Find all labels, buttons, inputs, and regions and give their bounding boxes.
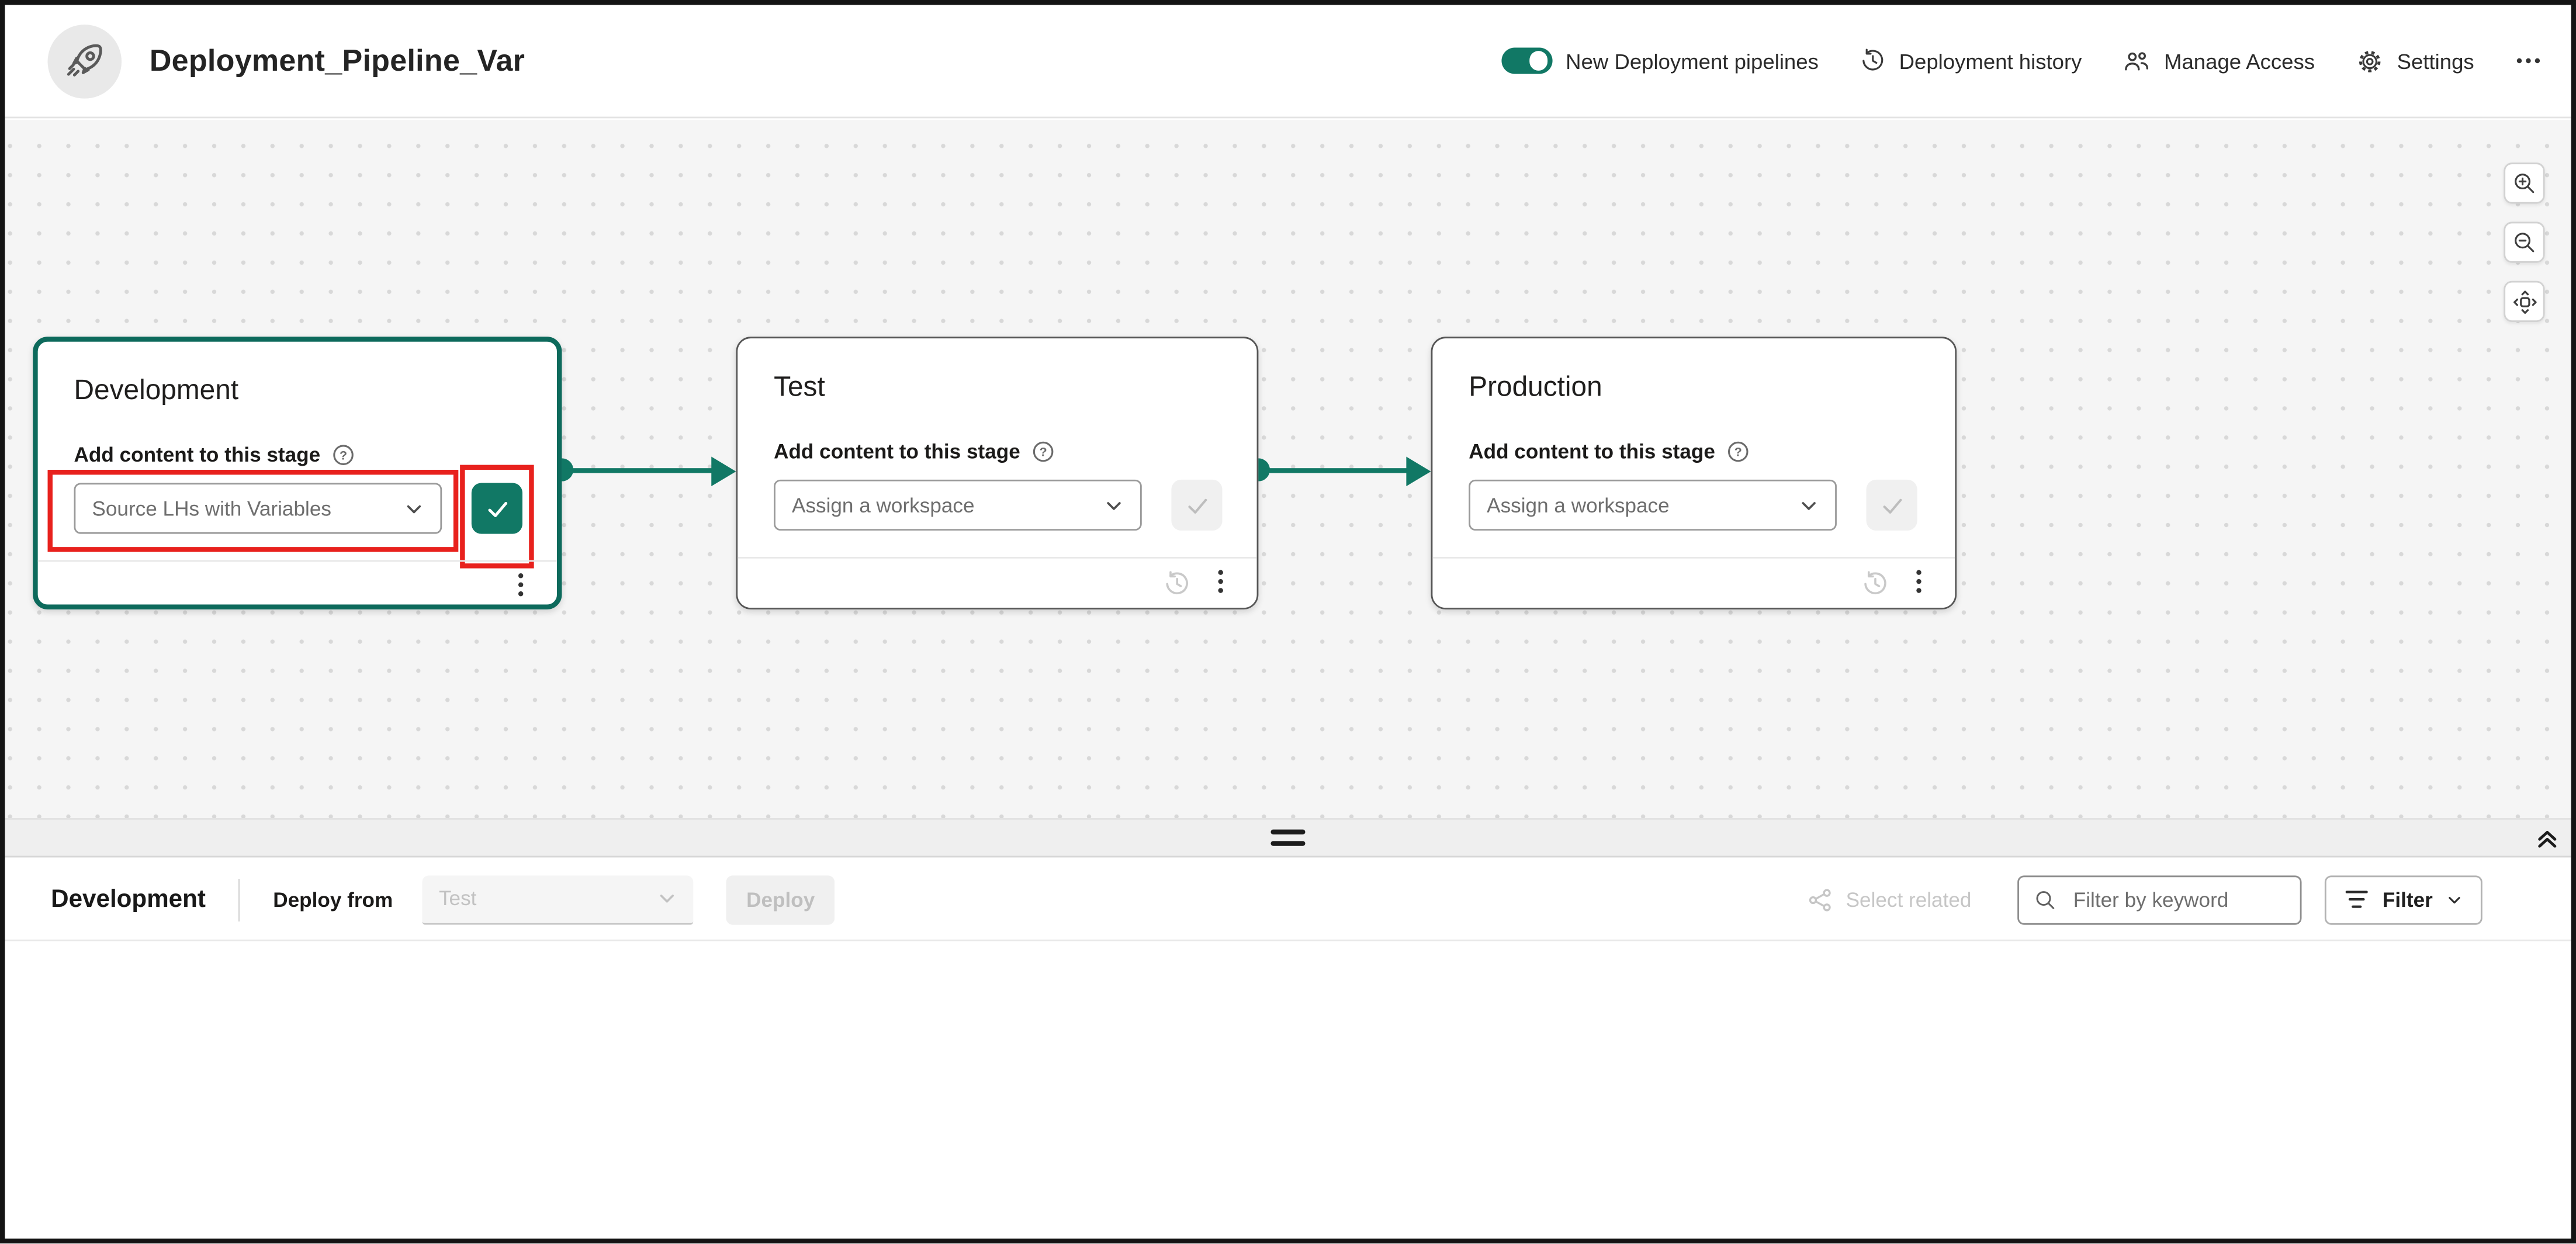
page-title: Deployment_Pipeline_Var (150, 43, 525, 79)
stage-more-button[interactable] (1209, 569, 1232, 595)
header: Deployment_Pipeline_Var New Deployment p… (5, 5, 2571, 118)
stage-more-button[interactable] (1907, 569, 1930, 595)
filter-button[interactable]: Filter (2325, 875, 2482, 924)
annotation-box-confirm (460, 465, 534, 569)
manage-access-button[interactable]: Manage Access (2123, 47, 2315, 75)
workspace-dropdown[interactable]: Assign a workspace (774, 480, 1142, 531)
card-divider (738, 557, 1256, 559)
add-content-label: Add content to this stage ? (1469, 440, 1750, 463)
add-content-label: Add content to this stage ? (74, 443, 355, 466)
splitter-handle[interactable] (1270, 830, 1305, 847)
deploy-button[interactable]: Deploy (726, 875, 835, 924)
rocket-icon (63, 39, 106, 82)
add-content-label: Add content to this stage ? (774, 440, 1055, 463)
share-nodes-icon (1806, 886, 1833, 913)
zoom-in-icon (2512, 171, 2536, 195)
select-related-button[interactable]: Select related (1806, 886, 1971, 913)
deploy-from-value: Test (439, 887, 476, 910)
toggle-knob (1529, 51, 1547, 70)
help-icon: ? (332, 443, 355, 466)
assign-confirm-button-disabled[interactable] (1171, 480, 1222, 531)
svg-text:?: ? (1040, 445, 1047, 459)
connector-arrowhead (1406, 456, 1431, 486)
filter-lines-icon (2345, 889, 2369, 910)
deploy-from-label: Deploy from (273, 888, 393, 910)
workspace-dropdown[interactable]: Assign a workspace (1469, 480, 1837, 531)
deploy-from-dropdown[interactable]: Test (423, 875, 694, 924)
annotation-box-dropdown (48, 470, 459, 552)
new-pipelines-toggle-group: New Deployment pipelines (1502, 47, 1819, 74)
workspace-dropdown-placeholder: Assign a workspace (792, 494, 975, 517)
stage-more-button[interactable] (509, 571, 532, 598)
panel-splitter[interactable] (5, 818, 2571, 857)
help-icon: ? (1727, 440, 1750, 463)
fit-view-button[interactable] (2504, 281, 2544, 322)
people-icon (2123, 47, 2151, 75)
connector-line (565, 467, 716, 473)
toolbar-divider (238, 878, 240, 921)
stage-title: Test (774, 371, 825, 404)
stage-card-test[interactable]: Test Add content to this stage ? Assign … (736, 337, 1258, 609)
card-divider (1432, 557, 1955, 559)
search-icon (2034, 888, 2056, 910)
zoom-out-button[interactable] (2504, 222, 2544, 263)
chevron-down-icon (1104, 495, 1124, 515)
keyword-search (2017, 875, 2301, 924)
stage-title: Production (1469, 371, 1602, 404)
stage-title: Development (74, 375, 239, 407)
checkmark-icon (1182, 490, 1212, 520)
help-icon: ? (1031, 440, 1054, 463)
selected-stage-title: Development (51, 885, 206, 913)
workspace-dropdown-placeholder: Assign a workspace (1487, 494, 1670, 517)
more-options-button[interactable] (2515, 48, 2542, 74)
pipeline-avatar (48, 24, 122, 98)
stage-content-empty-area (5, 941, 2571, 1239)
header-actions: New Deployment pipelines Deployment hist… (1502, 47, 2542, 75)
filter-label: Filter (2383, 888, 2433, 910)
gear-icon (2356, 47, 2384, 75)
zoom-out-icon (2512, 230, 2536, 255)
manage-access-label: Manage Access (2164, 48, 2315, 73)
collapse-panel-button[interactable] (2533, 824, 2561, 853)
chevron-down-icon (1799, 495, 1819, 515)
toggle-label: New Deployment pipelines (1566, 48, 1819, 73)
checkmark-icon (1877, 490, 1907, 520)
stage-card-development[interactable]: Development Add content to this stage ? … (33, 337, 562, 609)
history-icon (1860, 48, 1886, 74)
deploy-toolbar: Development Deploy from Test Deploy Sele… (5, 859, 2571, 941)
stage-card-production[interactable]: Production Add content to this stage ? A… (1431, 337, 1957, 609)
select-related-label: Select related (1846, 888, 1972, 910)
chevron-down-icon (2446, 891, 2462, 907)
ellipsis-icon (2515, 48, 2542, 74)
stage-history-icon[interactable] (1861, 570, 1889, 598)
settings-button[interactable]: Settings (2356, 47, 2474, 75)
card-divider (38, 560, 557, 562)
stage-history-icon[interactable] (1163, 570, 1191, 598)
deployment-pipeline-window: Deployment_Pipeline_Var New Deployment p… (0, 0, 2576, 1244)
search-input[interactable] (2070, 886, 2285, 913)
chevron-down-icon (657, 889, 677, 909)
deployment-history-button[interactable]: Deployment history (1860, 48, 2082, 74)
svg-text:?: ? (1734, 445, 1742, 459)
new-pipelines-toggle[interactable] (1502, 47, 1553, 74)
connector-arrowhead (711, 456, 736, 486)
canvas-zoom-controls (2504, 162, 2544, 322)
svg-text:?: ? (340, 448, 347, 462)
pipeline-canvas[interactable]: Development Add content to this stage ? … (5, 120, 2571, 818)
connector-line (1262, 467, 1410, 473)
deployment-history-label: Deployment history (1899, 48, 2082, 73)
zoom-in-button[interactable] (2504, 162, 2544, 203)
assign-confirm-button-disabled[interactable] (1867, 480, 1917, 531)
settings-label: Settings (2397, 48, 2474, 73)
pan-arrows-icon (2511, 288, 2537, 314)
